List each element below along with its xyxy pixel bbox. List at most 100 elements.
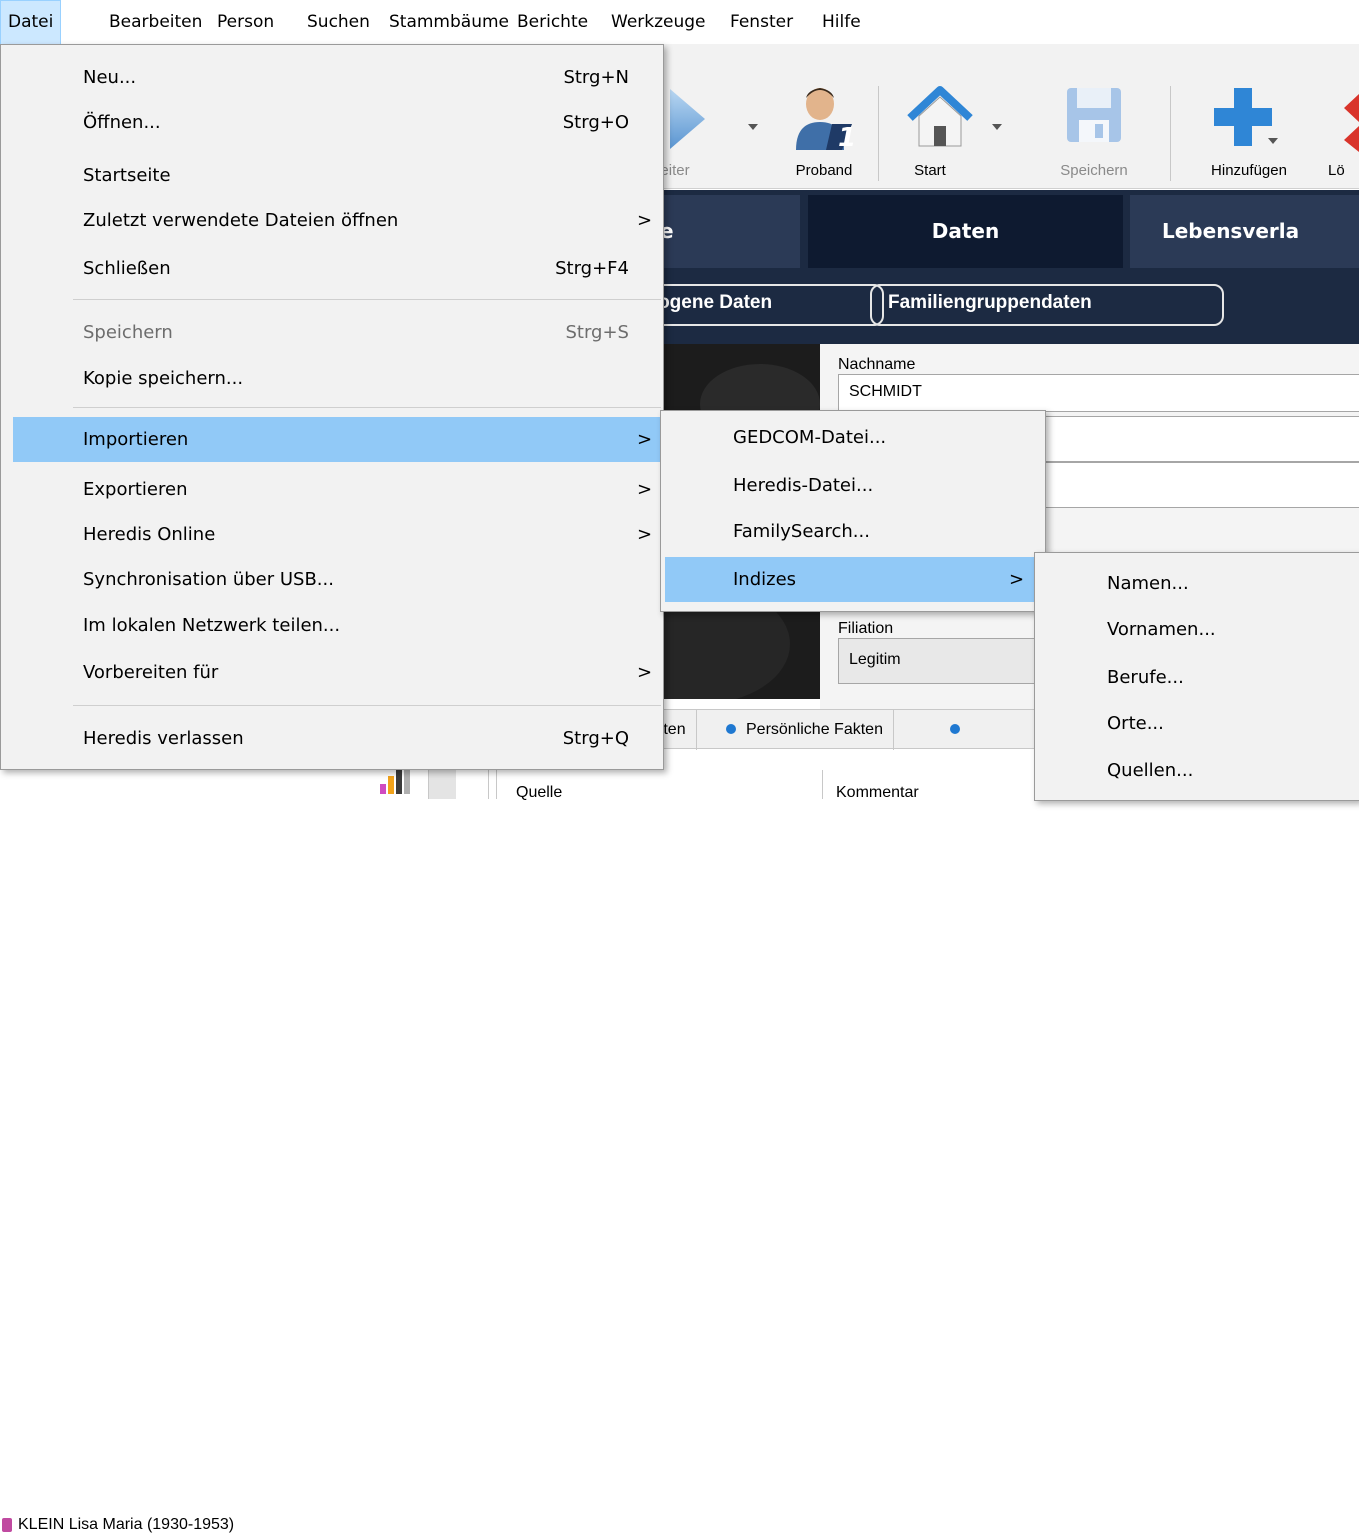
menu-item-oeffnen[interactable]: Öffnen... Strg+O [1, 100, 663, 145]
menu-item-label: Heredis Online [83, 524, 216, 545]
tab-left[interactable]: e [640, 195, 800, 268]
filiation-label: Filiation [838, 620, 894, 637]
import-submenu: GEDCOM-Datei... Heredis-Datei... FamilyS… [660, 410, 1046, 612]
menu-item-label: Exportieren [83, 479, 188, 500]
tab-persoenliche-fakten[interactable]: Persönliche Fakten [716, 710, 894, 750]
menu-item-vornamen[interactable]: Vornamen... [1035, 607, 1359, 652]
menu-item-label: Zuletzt verwendete Dateien öffnen [83, 210, 399, 231]
menu-item-label: Vorbereiten für [83, 662, 219, 683]
tab-lebensverlauf[interactable]: Lebensverla [1130, 195, 1359, 268]
menu-item-heredis-online[interactable]: Heredis Online > [1, 512, 663, 557]
filiation-select[interactable]: Legitim [838, 638, 1050, 684]
menu-item-label: GEDCOM-Datei... [733, 427, 887, 448]
menu-fenster[interactable]: Fenster [723, 0, 800, 44]
menu-item-kopie-speichern[interactable]: Kopie speichern... [1, 356, 663, 401]
bullet-icon [726, 723, 736, 734]
menu-item-gedcom[interactable]: GEDCOM-Datei... [661, 415, 1045, 460]
chevron-down-icon [1268, 138, 1278, 144]
menu-item-berufe[interactable]: Berufe... [1035, 655, 1359, 700]
menu-person[interactable]: Person [210, 0, 281, 44]
proband-label: Proband [795, 162, 853, 179]
menu-item-vorbereiten[interactable]: Vorbereiten für > [1, 650, 663, 695]
menu-stammbaeume[interactable]: Stammbäume [382, 0, 516, 44]
menu-item-verlassen[interactable]: Heredis verlassen Strg+Q [1, 716, 663, 761]
completeness-bars-icon [380, 770, 410, 794]
person-list-row[interactable]: KLEIN Lisa Maria (1930-1953) [2, 1510, 234, 1540]
submenu-arrow-icon: > [637, 479, 653, 500]
divider [822, 770, 823, 799]
toolbar-separator [1170, 86, 1171, 181]
subtab-familiengruppendaten[interactable]: Familiengruppendaten [870, 284, 1224, 326]
menu-item-label: Im lokalen Netzwerk teilen... [83, 615, 341, 636]
menu-separator [73, 705, 661, 706]
chevron-down-icon [992, 124, 1002, 130]
menu-item-label: Berufe... [1107, 667, 1184, 688]
female-icon [2, 1517, 12, 1532]
menu-item-neu[interactable]: Neu... Strg+N [1, 55, 663, 100]
file-menu: Neu... Strg+N Öffnen... Strg+O Startseit… [0, 44, 664, 770]
menu-item-namen[interactable]: Namen... [1035, 561, 1359, 606]
svg-text:1: 1 [838, 123, 854, 150]
submenu-arrow-icon: > [637, 524, 653, 545]
menu-item-label: Quellen... [1107, 760, 1194, 781]
shortcut-label: Strg+Q [562, 728, 629, 749]
hinzufuegen-label: Hinzufügen [1211, 162, 1287, 179]
menu-item-quellen[interactable]: Quellen... [1035, 748, 1359, 793]
nachname-field[interactable]: SCHMIDT [838, 374, 1359, 412]
start-label: Start [914, 162, 946, 179]
tab-persoenliche-fakten-label: Persönliche Fakten [746, 721, 883, 738]
shortcut-label: Strg+O [562, 112, 629, 133]
menu-item-label: Namen... [1107, 573, 1189, 594]
menu-item-speichern: Speichern Strg+S [1, 310, 663, 355]
menu-item-label: Synchronisation über USB... [83, 569, 334, 590]
menu-item-exportieren[interactable]: Exportieren > [1, 467, 663, 512]
tab-next[interactable] [940, 710, 980, 750]
menu-item-label: Öffnen... [83, 112, 161, 133]
bullet-icon [950, 723, 960, 734]
menu-item-indizes[interactable]: Indizes > [665, 557, 1041, 602]
shortcut-label: Strg+F4 [555, 258, 629, 279]
menu-bearbeiten[interactable]: Bearbeiten [102, 0, 209, 44]
menu-item-sync-usb[interactable]: Synchronisation über USB... [1, 557, 663, 602]
menu-item-importieren[interactable]: Importieren > [13, 417, 663, 462]
menu-item-heredis-datei[interactable]: Heredis-Datei... [661, 463, 1045, 508]
start-button[interactable]: Start [880, 44, 1010, 189]
speichern-button[interactable]: Speichern [1030, 44, 1158, 189]
menu-item-label: Neu... [83, 67, 137, 88]
shortcut-label: Strg+N [563, 67, 629, 88]
loeschen-button[interactable]: Lö [1320, 44, 1359, 189]
save-disk-icon [1067, 88, 1121, 142]
menu-item-netzwerk[interactable]: Im lokalen Netzwerk teilen... [1, 603, 663, 648]
hinzufuegen-button[interactable]: Hinzufügen [1172, 44, 1318, 189]
menu-item-label: FamilySearch... [733, 521, 870, 542]
menu-separator [73, 407, 661, 408]
menu-item-zuletzt[interactable]: Zuletzt verwendete Dateien öffnen > [1, 198, 663, 243]
menu-item-label: Heredis verlassen [83, 728, 244, 749]
menu-werkzeuge[interactable]: Werkzeuge [604, 0, 713, 44]
forward-arrow-icon [670, 89, 705, 149]
menu-bar: Datei Bearbeiten Person Suchen Stammbäum… [0, 0, 1359, 46]
proband-button[interactable]: 1 Proband [770, 44, 878, 189]
menu-suchen[interactable]: Suchen [300, 0, 377, 44]
add-plus-icon [1214, 88, 1272, 146]
kommentar-header[interactable]: Kommentar [836, 784, 919, 802]
menu-item-startseite[interactable]: Startseite [1, 153, 663, 198]
menu-item-familysearch[interactable]: FamilySearch... [661, 509, 1045, 554]
nachname-label: Nachname [838, 356, 916, 373]
indizes-submenu: Namen... Vornamen... Berufe... Orte... Q… [1034, 552, 1359, 801]
menu-item-schliessen[interactable]: Schließen Strg+F4 [1, 246, 663, 291]
menu-hilfe[interactable]: Hilfe [815, 0, 868, 44]
quelle-header[interactable]: Quelle [516, 784, 562, 802]
menu-item-label: Kopie speichern... [83, 368, 244, 389]
menu-item-label: Vornamen... [1107, 619, 1216, 640]
submenu-arrow-icon: > [637, 210, 653, 231]
menu-item-label: Importieren [83, 429, 189, 450]
menu-item-label: Heredis-Datei... [733, 475, 874, 496]
menu-item-label: Orte... [1107, 713, 1164, 734]
speichern-label: Speichern [1060, 162, 1128, 179]
menu-berichte[interactable]: Berichte [510, 0, 595, 44]
menu-item-orte[interactable]: Orte... [1035, 701, 1359, 746]
tab-daten[interactable]: Daten [808, 195, 1123, 268]
menu-datei[interactable]: Datei [0, 0, 62, 46]
menu-item-label: Startseite [83, 165, 171, 186]
